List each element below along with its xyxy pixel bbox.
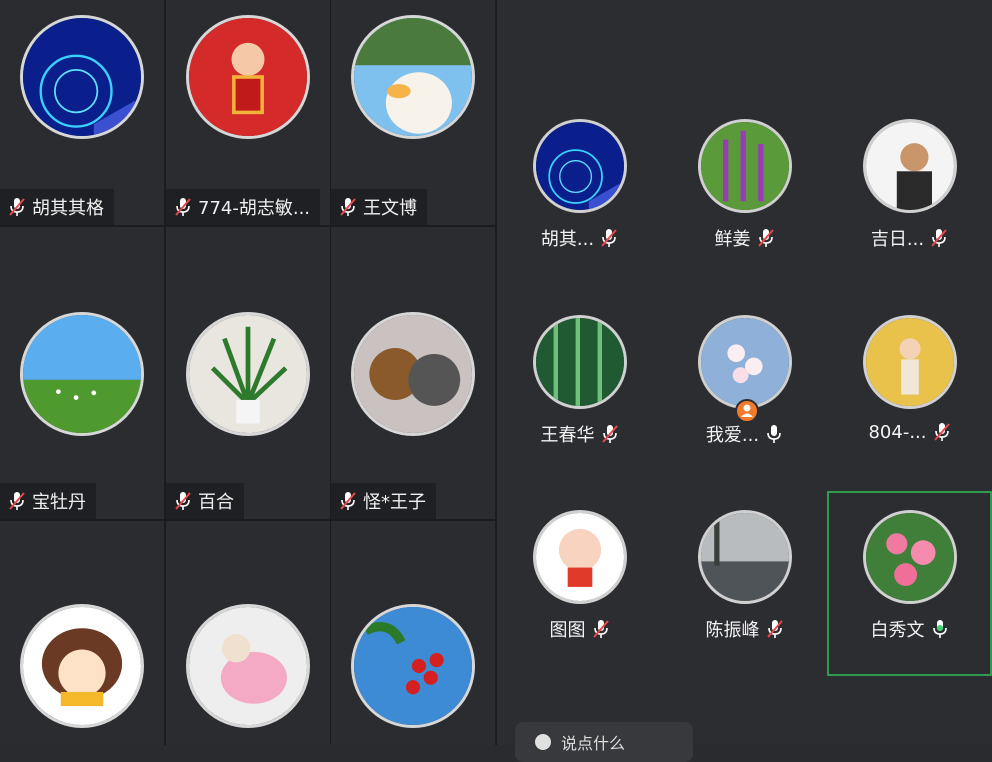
mic-muted-icon — [933, 421, 951, 443]
participant-label: 804-... — [827, 421, 992, 443]
avatar — [20, 312, 144, 436]
participant-name: 图图 — [549, 620, 586, 641]
participant-name: 陈振峰 — [705, 620, 760, 641]
participant-item[interactable]: 陈振峰 — [662, 510, 827, 695]
mic-muted-icon — [930, 227, 948, 249]
avatar — [863, 315, 957, 409]
participant-label: 图图 — [497, 616, 662, 642]
participant-item[interactable]: 吉日... — [827, 119, 992, 304]
participant-item[interactable]: 鲜姜 — [662, 119, 827, 304]
participant-name: 804-... — [868, 421, 927, 443]
host-badge-icon — [735, 399, 759, 423]
mic-muted-icon — [757, 227, 775, 249]
avatar — [186, 15, 310, 139]
participant-name: 百合 — [198, 492, 234, 513]
video-tile[interactable] — [331, 521, 495, 745]
name-tag: 宝牡丹 — [0, 483, 96, 519]
mic-icon — [765, 423, 783, 445]
chat-placeholder: 说点什么 — [561, 734, 626, 753]
avatar — [351, 312, 475, 436]
participant-name: 王文博 — [363, 198, 417, 219]
mic-muted-icon — [766, 618, 784, 640]
participant-name: 胡其其格 — [32, 198, 104, 219]
participant-name: 王春华 — [540, 425, 595, 446]
video-tile[interactable]: 胡其其格 — [0, 0, 164, 225]
mic-muted-icon — [8, 196, 26, 218]
avatar — [186, 604, 310, 728]
video-tile[interactable]: 百合 — [166, 227, 330, 519]
avatar — [186, 312, 310, 436]
participant-name: 胡其... — [540, 229, 595, 250]
mic-muted-icon — [339, 490, 357, 512]
participant-item[interactable]: 胡其... — [497, 119, 662, 304]
video-tile[interactable]: 774-胡志敏... — [166, 0, 330, 225]
name-tag: 王文博 — [331, 189, 427, 225]
mic-muted-icon — [174, 196, 192, 218]
participant-label: 王春华 — [497, 421, 662, 447]
avatar — [20, 604, 144, 728]
mic-muted-icon — [601, 423, 619, 445]
avatar — [698, 510, 792, 604]
avatar — [533, 510, 627, 604]
avatar — [533, 315, 627, 409]
avatar — [351, 604, 475, 728]
participant-name: 怪*王子 — [363, 492, 426, 513]
participant-item[interactable]: 我爱... — [662, 315, 827, 500]
mic-muted-icon — [174, 490, 192, 512]
participant-name: 我爱... — [705, 425, 760, 446]
name-tag: 胡其其格 — [0, 189, 114, 225]
avatar — [863, 119, 957, 213]
avatar — [533, 119, 627, 213]
participant-item[interactable]: 王春华 — [497, 315, 662, 500]
name-tag: 百合 — [166, 483, 244, 519]
participant-panel: 白秀文 陈振峰 图图 804-... 我爱... 王春华 吉日... 鲜姜 胡其... 说点什么 — [497, 0, 992, 762]
chat-input-pill[interactable]: 说点什么 — [515, 722, 693, 762]
mic-muted-icon — [600, 227, 618, 249]
participant-label: 陈振峰 — [662, 616, 827, 642]
participant-name: 鲜姜 — [714, 229, 751, 250]
video-tile[interactable] — [166, 521, 330, 745]
mic-muted-icon — [339, 196, 357, 218]
video-tile[interactable] — [0, 521, 164, 745]
participant-name: 774-胡志敏... — [198, 198, 311, 219]
name-tag: 怪*王子 — [331, 483, 436, 519]
video-tile[interactable]: 王文博 — [331, 0, 495, 225]
video-tile[interactable]: 怪*王子 — [331, 227, 495, 519]
mic-muted-icon — [8, 490, 26, 512]
avatar — [20, 15, 144, 139]
avatar — [698, 119, 792, 213]
participant-item[interactable]: 图图 — [497, 510, 662, 695]
video-tile[interactable]: 宝牡丹 — [0, 227, 164, 519]
participant-name: 宝牡丹 — [32, 492, 86, 513]
video-grid: 胡其其格 774-胡志敏... 王文博宝牡丹 百合 怪*王子 — [0, 0, 497, 745]
avatar — [535, 734, 551, 750]
participant-label: 吉日... — [827, 225, 992, 251]
name-tag: 774-胡志敏... — [166, 189, 321, 225]
avatar — [698, 315, 792, 409]
avatar — [351, 15, 475, 139]
mic-muted-icon — [592, 618, 610, 640]
participant-label: 鲜姜 — [662, 225, 827, 251]
participant-label: 我爱... — [662, 421, 827, 447]
participant-label: 胡其... — [497, 225, 662, 251]
active-speaker-highlight — [827, 491, 992, 676]
participant-name: 吉日... — [870, 229, 925, 250]
participant-item[interactable]: 804-... — [827, 315, 992, 500]
